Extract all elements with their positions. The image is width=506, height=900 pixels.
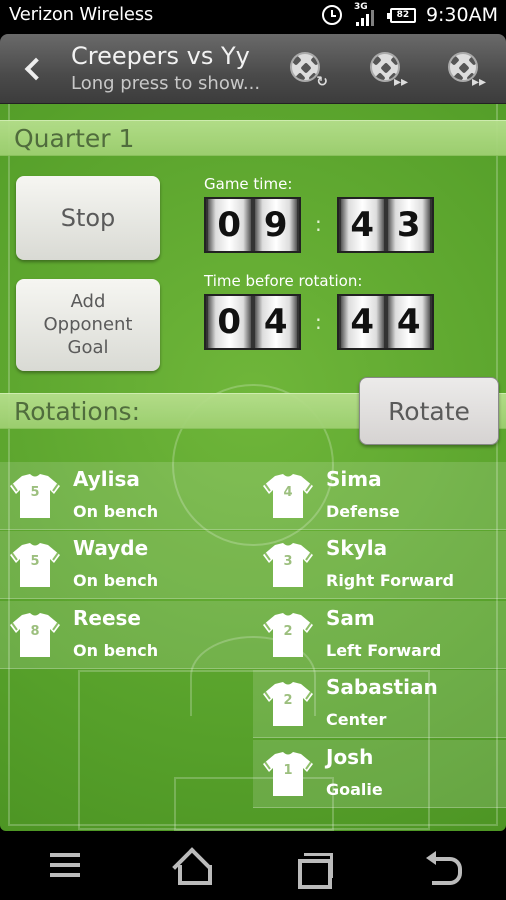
stop-button[interactable]: Stop <box>16 176 160 260</box>
player-position: Right Forward <box>326 571 454 590</box>
player-name: Aylisa <box>73 467 140 491</box>
digit: 0 <box>208 199 251 251</box>
signal-icon: 3G <box>352 2 374 26</box>
page-title[interactable]: Creepers vs Yy <box>71 42 250 70</box>
player-position: Left Forward <box>326 641 442 660</box>
recent-apps-icon[interactable] <box>292 849 342 889</box>
player-position: Center <box>326 710 387 729</box>
game-time-seconds: 4 3 <box>337 197 434 253</box>
jersey-icon: 5 <box>8 543 62 587</box>
ball-fast-forward-button[interactable]: ▸▸ <box>444 48 488 90</box>
jersey-icon: 1 <box>261 752 315 796</box>
navigation-bar <box>0 831 506 900</box>
field-background: Quarter 1 Stop Add Opponent Goal Game ti… <box>0 104 506 831</box>
jersey-number: 3 <box>283 554 293 569</box>
game-time-label: Game time: <box>204 175 293 193</box>
player-item[interactable]: 1 Josh Goalie <box>253 740 503 808</box>
digit: 4 <box>341 296 384 348</box>
fast-forward-icon: ▸▸ <box>471 74 486 90</box>
rotation-time-minutes: 0 4 <box>204 294 301 350</box>
add-opponent-goal-button[interactable]: Add Opponent Goal <box>16 279 160 371</box>
player-position: Goalie <box>326 780 383 799</box>
rotation-time-seconds: 4 4 <box>337 294 434 350</box>
jersey-number: 8 <box>30 624 40 639</box>
player-position: On bench <box>73 502 159 521</box>
rotations-label: Rotations: <box>14 397 141 426</box>
status-icons: 3G 82 9:30AM <box>321 2 498 26</box>
jersey-icon: 2 <box>261 682 315 726</box>
digit: 0 <box>208 296 251 348</box>
player-name: Sima <box>326 467 382 491</box>
player-position: Defense <box>326 502 400 521</box>
action-bar: Creepers vs Yy Long press to show... ↻ ▸… <box>0 34 506 104</box>
player-item[interactable]: 2 Sabastian Center <box>253 670 503 738</box>
player-item[interactable]: 5 Wayde On bench <box>0 531 250 599</box>
rotate-button[interactable]: Rotate <box>359 377 499 445</box>
carrier-name: Verizon Wireless <box>9 4 154 25</box>
jersey-icon: 4 <box>261 474 315 518</box>
quarter-header: Quarter 1 <box>0 120 506 156</box>
back-icon[interactable] <box>418 849 468 885</box>
jersey-number: 5 <box>30 485 40 500</box>
player-name: Sabastian <box>326 675 438 699</box>
quarter-label: Quarter 1 <box>14 124 135 153</box>
player-name: Josh <box>326 745 374 769</box>
clock: 9:30AM <box>425 4 498 26</box>
jersey-number: 4 <box>283 485 293 500</box>
button-label-line: Add <box>70 291 106 312</box>
player-item[interactable]: 8 Reese On bench <box>0 601 250 669</box>
jersey-number: 1 <box>283 763 293 778</box>
button-label-line: Opponent <box>43 314 133 335</box>
menu-icon[interactable] <box>36 849 86 885</box>
player-position: On bench <box>73 641 159 660</box>
jersey-icon: 2 <box>261 613 315 657</box>
digit: 4 <box>341 199 384 251</box>
page-subtitle: Long press to show... <box>71 73 261 94</box>
digit: 3 <box>387 199 430 251</box>
ball-forward-button[interactable]: ▸▸ <box>366 48 410 90</box>
jersey-icon: 5 <box>8 474 62 518</box>
home-icon[interactable] <box>166 849 216 885</box>
player-name: Skyla <box>326 536 388 560</box>
digit: 4 <box>387 296 430 348</box>
jersey-number: 5 <box>30 554 40 569</box>
player-name: Wayde <box>73 536 149 560</box>
status-bar: Verizon Wireless 3G 82 9:30AM <box>0 0 506 34</box>
player-item[interactable]: 5 Aylisa On bench <box>0 462 250 530</box>
jersey-number: 2 <box>283 624 293 639</box>
button-label-line: Goal <box>67 337 109 358</box>
player-item[interactable]: 3 Skyla Right Forward <box>253 531 503 599</box>
alarm-icon <box>321 5 342 25</box>
refresh-icon: ↻ <box>316 74 328 90</box>
player-item[interactable]: 2 Sam Left Forward <box>253 601 503 669</box>
forward-icon: ▸▸ <box>393 74 408 90</box>
back-button[interactable] <box>20 56 44 82</box>
jersey-icon: 8 <box>8 613 62 657</box>
jersey-number: 2 <box>283 693 293 708</box>
battery-icon: 82 <box>386 7 416 23</box>
digit: 4 <box>254 296 297 348</box>
ball-refresh-button[interactable]: ↻ <box>286 48 330 90</box>
time-separator: : <box>315 310 322 334</box>
rotation-time-label: Time before rotation: <box>204 272 363 290</box>
jersey-icon: 3 <box>261 543 315 587</box>
player-position: On bench <box>73 571 159 590</box>
digit: 9 <box>254 199 297 251</box>
player-name: Sam <box>326 606 375 630</box>
game-time-minutes: 0 9 <box>204 197 301 253</box>
player-name: Reese <box>73 606 141 630</box>
player-item[interactable]: 4 Sima Defense <box>253 462 503 530</box>
time-separator: : <box>315 212 322 236</box>
